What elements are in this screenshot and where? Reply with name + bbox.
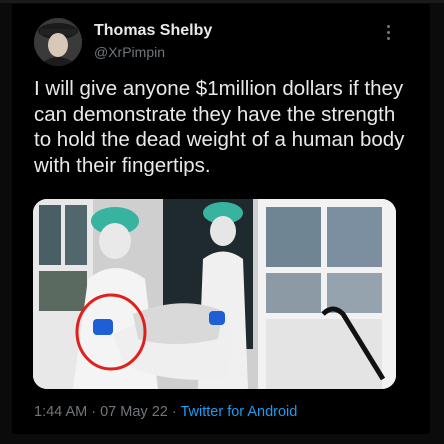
tweet-photo[interactable] (33, 199, 396, 389)
meta-separator: · (91, 404, 97, 420)
tweet-client-link[interactable]: Twitter for Android (180, 404, 297, 420)
more-dot (386, 31, 390, 34)
more-vertical-icon[interactable] (380, 22, 396, 42)
tweet-text: I will give anyone $1million dollars if … (34, 77, 405, 177)
avatar-image (34, 18, 82, 66)
tweet-meta: 1:44 AM · 07 May 22 · Twitter for Androi… (34, 404, 297, 420)
meta-separator: · (171, 404, 177, 420)
author-name[interactable]: Thomas Shelby (94, 22, 212, 40)
tweet-time[interactable]: 1:44 AM (34, 404, 87, 420)
more-dot (386, 25, 390, 28)
more-dot (386, 37, 390, 40)
tweet-date[interactable]: 07 May 22 (100, 404, 168, 420)
author-handle[interactable]: @XrPimpin (94, 44, 165, 60)
photo-illustration (33, 199, 396, 389)
top-divider (0, 0, 444, 3)
avatar[interactable] (34, 18, 82, 66)
